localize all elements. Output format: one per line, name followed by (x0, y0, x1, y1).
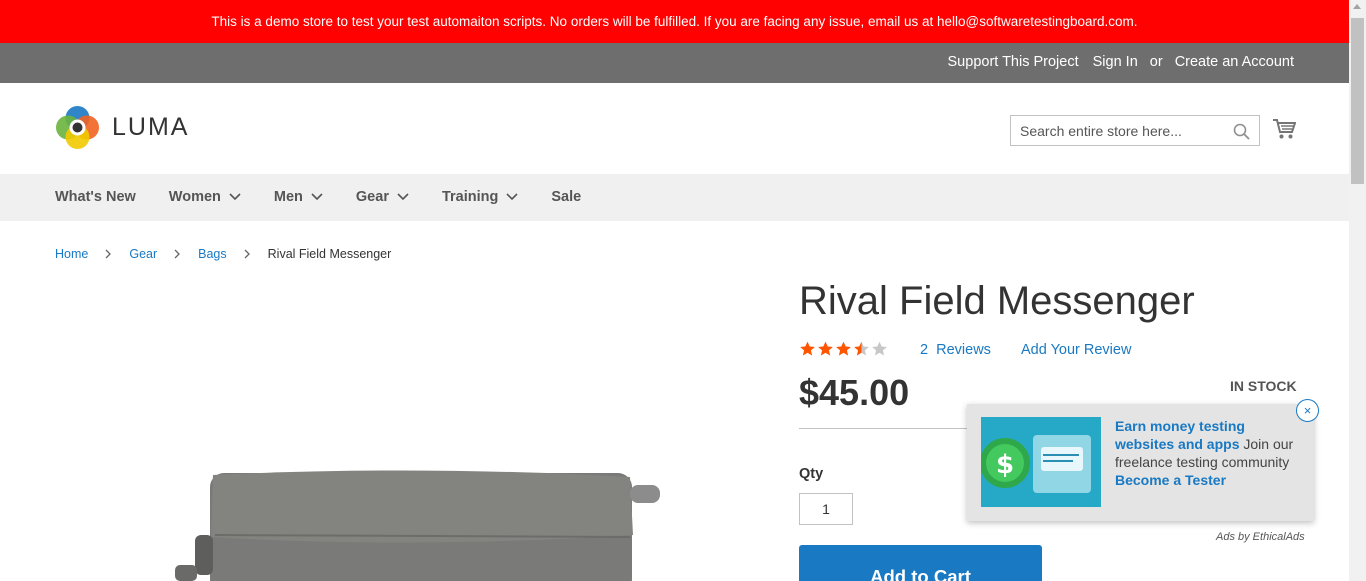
nav-item-women[interactable]: Women (169, 189, 241, 205)
breadcrumb-current: Rival Field Messenger (267, 247, 392, 261)
scrollbar-thumb[interactable] (1351, 18, 1364, 184)
chevron-right-icon (174, 249, 181, 259)
main-navigation: What's New Women Men Gear Training Sale (0, 174, 1349, 221)
chevron-right-icon (105, 249, 112, 259)
nav-item-whats-new[interactable]: What's New (55, 189, 136, 205)
star-icon (836, 341, 851, 356)
page: This is a demo store to test your test a… (0, 0, 1366, 581)
sign-in-link[interactable]: Sign In (1093, 54, 1138, 70)
top-links: Support This Project Sign In or Create a… (948, 54, 1294, 70)
qty-input[interactable] (799, 493, 853, 525)
reviews-count: 2 (920, 342, 929, 358)
star-icon (854, 341, 869, 356)
rating-stars[interactable] (799, 341, 888, 357)
nav-item-label: What's New (55, 189, 136, 205)
scroll-up-arrow-icon[interactable] (1353, 4, 1361, 9)
create-account-link[interactable]: Create an Account (1175, 54, 1294, 70)
star-icon (800, 341, 815, 356)
ad-headline[interactable]: Earn money testing websites and apps (1115, 418, 1245, 452)
product-rating (799, 341, 888, 357)
ad-text[interactable]: Earn money testing websites and apps Joi… (1115, 417, 1305, 489)
ethical-ad[interactable]: $ Earn money testing websites and apps J… (967, 404, 1314, 521)
nav-item-training[interactable]: Training (442, 189, 518, 205)
ad-attribution[interactable]: Ads by EthicalAds (1216, 531, 1305, 543)
breadcrumb-gear[interactable]: Gear (129, 247, 157, 261)
reviews-label: Reviews (936, 342, 991, 358)
qty-label: Qty (799, 466, 824, 482)
site-header: LUMA (0, 83, 1349, 174)
star-icon (818, 341, 833, 356)
stock-status: IN STOCK (1230, 378, 1297, 394)
star-icon (872, 341, 887, 356)
chevron-down-icon (506, 193, 518, 201)
logo[interactable]: LUMA (55, 105, 189, 150)
chevron-down-icon (311, 193, 323, 201)
nav-item-label: Training (441, 189, 499, 205)
nav-item-label: Gear (355, 189, 389, 205)
nav-item-label: Men (273, 189, 303, 205)
cart-icon[interactable] (1272, 118, 1296, 140)
chevron-right-icon (244, 249, 250, 259)
svg-text:$: $ (996, 450, 1014, 480)
product-image[interactable] (175, 465, 665, 581)
or-text: or (1149, 54, 1163, 70)
breadcrumb: Home Gear Bags Rival Field Messenger (55, 247, 391, 261)
chevron-down-icon (229, 193, 241, 201)
support-project-link[interactable]: Support This Project (948, 54, 1079, 70)
ad-close-button[interactable]: × (1296, 399, 1319, 422)
chevron-down-icon (397, 193, 409, 201)
reviews-link[interactable]: 2 Reviews (920, 342, 991, 358)
product-price: $45.00 (799, 372, 910, 413)
top-links-bar: Support This Project Sign In or Create a… (0, 43, 1349, 83)
breadcrumb-bags[interactable]: Bags (198, 247, 227, 261)
close-icon: × (1303, 403, 1312, 418)
search-box (1010, 115, 1260, 146)
breadcrumb-home[interactable]: Home (55, 247, 88, 261)
nav-item-men[interactable]: Men (274, 189, 323, 205)
nav-item-label: Women (168, 189, 221, 205)
search-icon[interactable] (1233, 123, 1250, 140)
divider (799, 428, 969, 429)
add-to-cart-button[interactable]: Add to Cart (799, 545, 1042, 581)
demo-notice-banner: This is a demo store to test your test a… (0, 0, 1349, 43)
ad-cta-link[interactable]: Become a Tester (1115, 472, 1226, 488)
product-title: Rival Field Messenger (799, 279, 1195, 323)
ad-illustration-icon: $ (981, 417, 1101, 507)
add-review-link[interactable]: Add Your Review (1021, 342, 1131, 358)
nav-item-sale[interactable]: Sale (551, 189, 581, 205)
nav-item-gear[interactable]: Gear (356, 189, 409, 205)
search-input[interactable] (1011, 116, 1221, 145)
ad-image[interactable]: $ (981, 417, 1101, 507)
luma-logo-icon (56, 106, 99, 149)
nav-item-label: Sale (551, 189, 582, 205)
demo-notice-text: This is a demo store to test your test a… (211, 14, 1138, 29)
logo-text: LUMA (112, 113, 190, 141)
